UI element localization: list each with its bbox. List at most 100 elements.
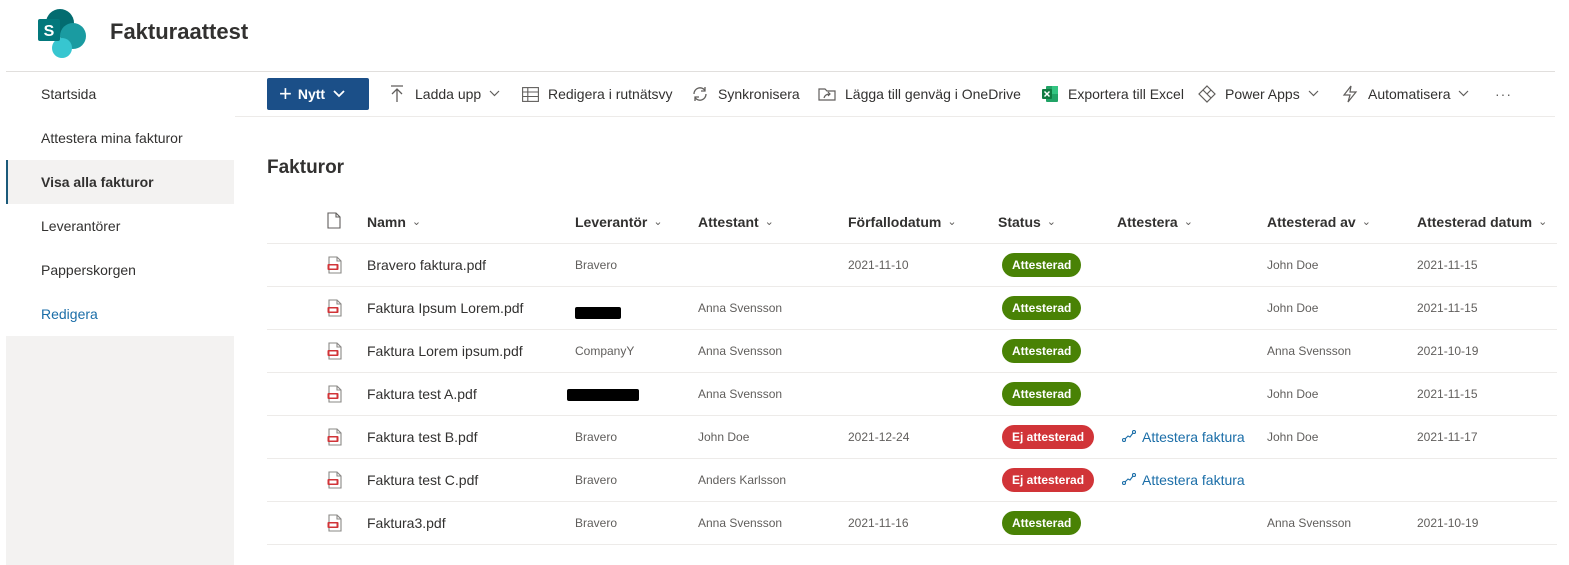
column-header-status[interactable]: Status ⌄ — [998, 200, 1056, 243]
chevron-down-icon — [1458, 88, 1469, 100]
supplier-cell: Bravero — [575, 473, 618, 487]
automate-flow-icon — [1340, 84, 1360, 104]
add-onedrive-shortcut-label: Lägga till genväg i OneDrive — [845, 86, 1021, 102]
pdf-file-icon — [327, 373, 344, 415]
file-type-header[interactable] — [327, 200, 341, 243]
approve-invoice-link[interactable]: Attestera faktura — [1121, 429, 1245, 445]
flow-icon — [1121, 429, 1137, 445]
list-body: Bravero faktura.pdf Bravero 2021-11-10 A… — [267, 244, 1557, 545]
nav-item-papperskorgen[interactable]: Papperskorgen — [6, 248, 234, 292]
approve-cell: Attestera faktura — [1121, 459, 1245, 501]
column-header-approver[interactable]: Attestant ⌄ — [698, 200, 774, 243]
upload-button[interactable]: Ladda upp — [387, 72, 500, 116]
status-badge: Attesterad — [1002, 296, 1082, 320]
approver-cell: Anna Svensson — [698, 387, 783, 401]
table-row[interactable]: Faktura Lorem ipsum.pdf CompanyY Anna Sv… — [267, 330, 1557, 373]
column-header-label: Attestera — [1117, 213, 1178, 230]
table-row[interactable]: Faktura test B.pdf Bravero John Doe 2021… — [267, 416, 1557, 459]
shortcut-icon — [817, 84, 837, 104]
excel-icon — [1040, 84, 1060, 104]
approved-by-cell: John Doe — [1267, 430, 1319, 444]
table-row[interactable]: Faktura test A.pdf Anna Svensson Atteste… — [267, 373, 1557, 416]
column-header-label: Leverantör — [575, 213, 648, 230]
nav-item-leverantorer[interactable]: Leverantörer — [6, 204, 234, 248]
status-badge: Attesterad — [1002, 511, 1082, 535]
status-badge: Attesterad — [1002, 382, 1082, 406]
redaction-mask — [567, 389, 639, 401]
file-name-link[interactable]: Faktura3.pdf — [367, 502, 446, 544]
more-options-button[interactable]: ··· — [1495, 72, 1512, 116]
file-name-link[interactable]: Faktura test C.pdf — [367, 459, 478, 501]
chevron-down-icon: ⌄ — [1361, 216, 1371, 228]
column-header-label: Status — [998, 213, 1041, 230]
table-row[interactable]: Faktura3.pdf Bravero Anna Svensson 2021-… — [267, 502, 1557, 545]
column-header-due-date[interactable]: Förfallodatum ⌄ — [848, 200, 957, 243]
chevron-down-icon — [1308, 88, 1319, 100]
nav-item-attestera-mina-fakturor[interactable]: Attestera mina fakturor — [6, 116, 234, 160]
nav-item-visa-alla-fakturor[interactable]: Visa alla fakturor — [6, 160, 234, 204]
due-date-cell: 2021-11-10 — [848, 258, 909, 272]
file-name-link[interactable]: Faktura Lorem ipsum.pdf — [367, 330, 523, 372]
column-header-supplier[interactable]: Leverantör ⌄ — [575, 200, 663, 243]
approve-invoice-link[interactable]: Attestera faktura — [1121, 472, 1245, 488]
export-excel-button[interactable]: Exportera till Excel — [1040, 72, 1184, 116]
approve-cell: Attestera faktura — [1121, 416, 1245, 458]
supplier-cell: Bravero — [575, 430, 618, 444]
approver-cell: Anna Svensson — [698, 301, 783, 315]
list-header: Namn ⌄ Leverantör ⌄ Attestant ⌄ Förfallodat… — [267, 200, 1557, 244]
file-name-link[interactable]: Bravero faktura.pdf — [367, 244, 486, 286]
approved-by-cell: Anna Svensson — [1267, 516, 1352, 530]
site-header: S Fakturaattest — [0, 0, 1569, 72]
table-row[interactable]: Faktura test C.pdf Bravero Anders Karlss… — [267, 459, 1557, 502]
site-title[interactable]: Fakturaattest — [110, 19, 248, 45]
status-cell: Attesterad — [1002, 330, 1082, 372]
chevron-down-icon: ⌄ — [1183, 216, 1193, 228]
column-header-name[interactable]: Namn ⌄ — [367, 200, 421, 243]
pdf-file-icon — [327, 244, 344, 286]
upload-label: Ladda upp — [415, 86, 482, 102]
file-name-link[interactable]: Faktura test A.pdf — [367, 373, 477, 415]
status-cell: Attesterad — [1002, 502, 1082, 544]
due-date-cell: 2021-11-16 — [848, 516, 909, 530]
file-name-link[interactable]: Faktura test B.pdf — [367, 416, 478, 458]
automate-button[interactable]: Automatisera — [1340, 72, 1469, 116]
approved-date-cell: 2021-10-19 — [1417, 344, 1479, 358]
column-header-label: Namn — [367, 213, 406, 230]
command-bar: + Nytt Ladda upp Redigera i rutnätsvy Sy… — [235, 72, 1555, 117]
automate-label: Automatisera — [1368, 86, 1451, 102]
power-apps-icon — [1197, 84, 1217, 104]
document-icon — [327, 211, 341, 232]
approve-invoice-label: Attestera faktura — [1142, 429, 1245, 445]
status-cell: Ej attesterad — [1002, 416, 1095, 458]
file-name-link[interactable]: Faktura Ipsum Lorem.pdf — [367, 287, 523, 329]
sync-button[interactable]: Synkronisera — [690, 72, 800, 116]
grid-icon — [520, 84, 540, 104]
sharepoint-logo-icon[interactable]: S — [38, 8, 90, 58]
grid-view-button[interactable]: Redigera i rutnätsvy — [520, 72, 673, 116]
column-header-approved-by[interactable]: Attesterad av ⌄ — [1267, 200, 1371, 243]
flow-icon — [1121, 472, 1137, 488]
chevron-down-icon: ⌄ — [1538, 216, 1548, 228]
library-title: Fakturor — [267, 157, 345, 178]
status-badge: Attesterad — [1002, 253, 1082, 277]
approved-date-cell: 2021-11-17 — [1417, 430, 1478, 444]
upload-icon — [387, 84, 407, 104]
table-row[interactable]: Faktura Ipsum Lorem.pdf Anna Svensson At… — [267, 287, 1557, 330]
add-onedrive-shortcut-button[interactable]: Lägga till genväg i OneDrive — [817, 72, 1021, 116]
table-row[interactable]: Bravero faktura.pdf Bravero 2021-11-10 A… — [267, 244, 1557, 287]
redaction-mask — [575, 307, 621, 319]
chevron-down-icon — [489, 88, 500, 100]
sync-label: Synkronisera — [718, 86, 800, 102]
power-apps-button[interactable]: Power Apps — [1197, 72, 1319, 116]
nav-edit-link[interactable]: Redigera — [6, 292, 234, 336]
status-cell: Attesterad — [1002, 373, 1082, 415]
chevron-down-icon: ⌄ — [1046, 216, 1057, 228]
chevron-down-icon — [333, 87, 345, 101]
approved-date-cell: 2021-10-19 — [1417, 516, 1479, 530]
column-header-label: Attesterad datum — [1417, 213, 1533, 230]
plus-icon: + — [279, 81, 292, 106]
nav-item-startsida[interactable]: Startsida — [6, 72, 234, 116]
column-header-approve[interactable]: Attestera ⌄ — [1117, 200, 1193, 243]
new-button[interactable]: + Nytt — [267, 78, 369, 110]
column-header-approved-date[interactable]: Attesterad datum ⌄ — [1417, 200, 1547, 243]
